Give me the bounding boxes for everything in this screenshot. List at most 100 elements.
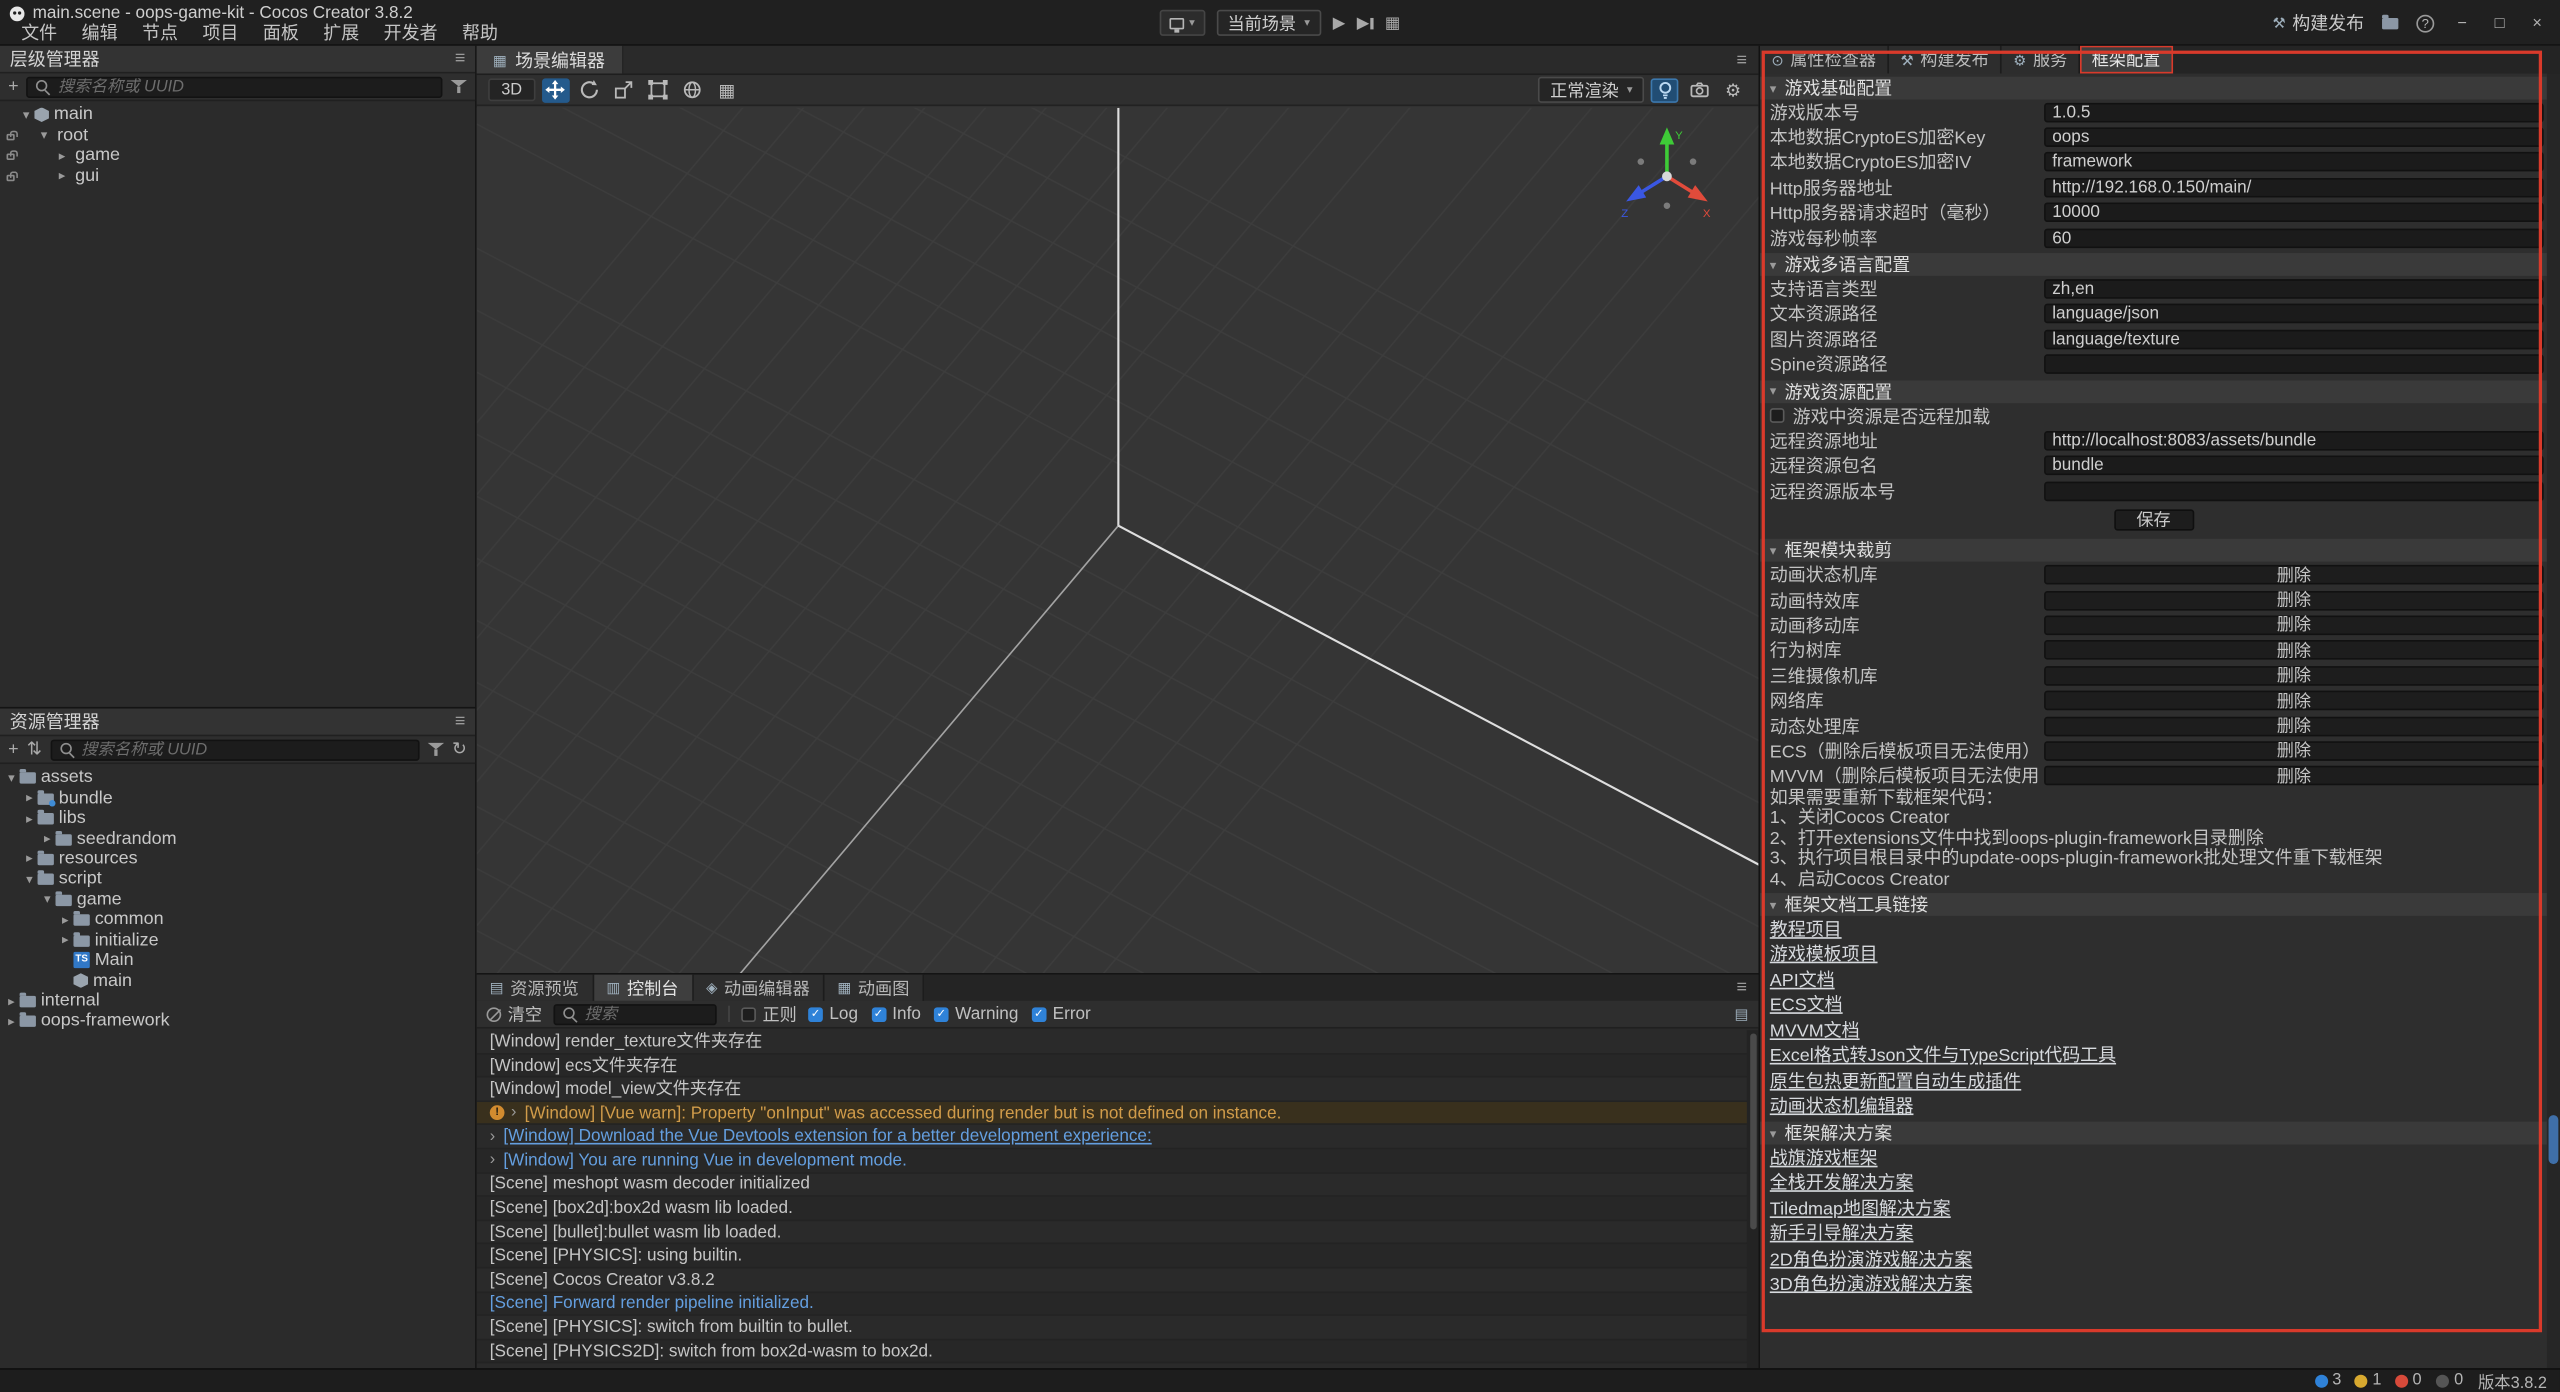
asset-node[interactable]: ▸resources xyxy=(0,849,475,869)
doc-link[interactable]: Excel格式转Json文件与TypeScript代码工具 xyxy=(1760,1042,2547,1067)
property-input[interactable] xyxy=(2044,178,2544,198)
lock-icon[interactable] xyxy=(7,133,15,140)
doc-link[interactable]: 游戏模板项目 xyxy=(1760,941,2547,966)
build-button[interactable]: ⚒ 构建发布 xyxy=(2273,10,2365,36)
log-row[interactable]: [Scene] [PHYSICS]: using builtin. xyxy=(477,1245,1747,1269)
asset-node[interactable]: main xyxy=(0,970,475,990)
console-tab[interactable]: ▤资源预览 xyxy=(477,975,594,1001)
asset-node[interactable]: ▸internal xyxy=(0,991,475,1011)
assets-search-input[interactable] xyxy=(81,740,411,758)
log-row[interactable]: [Scene] [PHYSICS]: switch from builtin t… xyxy=(477,1316,1747,1340)
scale-tool-button[interactable] xyxy=(610,78,638,102)
expand-icon[interactable]: › xyxy=(490,1151,495,1169)
chevron-down-icon[interactable]: ▾ xyxy=(18,107,34,122)
step-button[interactable]: ▶ xyxy=(1357,14,1374,32)
solution-link[interactable]: Tiledmap地图解决方案 xyxy=(1760,1195,2547,1220)
open-project-folder-icon[interactable] xyxy=(2382,18,2398,29)
chevron-right-icon[interactable]: ▸ xyxy=(54,148,70,163)
hierarchy-search[interactable] xyxy=(27,76,443,97)
log-row[interactable]: [Scene] [bullet]:bullet wasm lib loaded. xyxy=(477,1221,1747,1245)
notification-count[interactable]: 0 xyxy=(2436,1372,2463,1390)
log-row[interactable]: ›[Window] Download the Vue Devtools exte… xyxy=(477,1126,1747,1150)
scrollbar-thumb[interactable] xyxy=(2549,1115,2559,1164)
delete-button[interactable]: 删除 xyxy=(2044,691,2544,711)
scene-viewport[interactable]: Y X Z xyxy=(477,108,1759,973)
log-row[interactable]: [Scene] Cocos Creator v3.8.2 xyxy=(477,1268,1747,1292)
lock-icon[interactable] xyxy=(7,154,15,161)
menu-item[interactable]: 项目 xyxy=(191,24,250,45)
world-space-toggle[interactable] xyxy=(679,78,707,102)
property-input[interactable] xyxy=(2044,329,2544,349)
refresh-icon[interactable]: ↻ xyxy=(452,741,467,757)
property-input[interactable] xyxy=(2044,228,2544,248)
filter-icon[interactable] xyxy=(451,78,467,94)
log-row[interactable]: [Scene] [PHYSICS2D]: switch from box2d-w… xyxy=(477,1340,1747,1364)
log-row[interactable]: [Scene] [box2d]:box2d wasm lib loaded. xyxy=(477,1197,1747,1221)
doc-link[interactable]: MVVM文档 xyxy=(1760,1017,2547,1042)
console-scrollbar[interactable] xyxy=(1747,1030,1758,1368)
menu-item[interactable]: 扩展 xyxy=(312,24,371,45)
panel-menu-icon[interactable]: ≡ xyxy=(455,712,465,732)
solution-link[interactable]: 3D角色扮演游戏解决方案 xyxy=(1760,1271,2547,1296)
rect-tool-button[interactable] xyxy=(645,78,673,102)
menu-item[interactable]: 节点 xyxy=(131,24,190,45)
asset-node[interactable]: ▸initialize xyxy=(0,930,475,950)
delete-button[interactable]: 删除 xyxy=(2044,615,2544,635)
hierarchy-node[interactable]: ▸game xyxy=(0,145,475,165)
inspector-tab[interactable]: ⊙属性检查器 xyxy=(1760,46,1889,74)
doc-link[interactable]: API文档 xyxy=(1760,967,2547,992)
panel-menu-icon[interactable]: ≡ xyxy=(455,49,465,69)
checkbox-icon[interactable]: ✓ xyxy=(934,1007,949,1022)
chevron-right-icon[interactable]: ▸ xyxy=(39,831,55,846)
checkbox-icon[interactable]: ✓ xyxy=(1031,1007,1046,1022)
filter-icon[interactable] xyxy=(427,741,443,757)
chevron-right-icon[interactable]: ▸ xyxy=(21,790,37,805)
hierarchy-node[interactable]: ▾main xyxy=(0,104,475,124)
console-search-input[interactable] xyxy=(584,1005,708,1023)
gizmo-settings-icon[interactable]: ⚙ xyxy=(1719,78,1747,102)
menu-item[interactable]: 编辑 xyxy=(70,24,129,45)
tab-scene-editor[interactable]: ▦ 场景编辑器 xyxy=(477,46,623,74)
expand-icon[interactable]: › xyxy=(511,1104,516,1122)
inspector-tab[interactable]: ⚙服务 xyxy=(2002,46,2080,74)
move-tool-button[interactable] xyxy=(542,78,570,102)
hierarchy-node[interactable]: ▾root xyxy=(0,125,475,145)
asset-node[interactable]: ▸common xyxy=(0,909,475,929)
asset-node[interactable]: ▾game xyxy=(0,889,475,909)
section-game-basic[interactable]: ▾游戏基础配置 xyxy=(1760,77,2547,100)
property-input[interactable] xyxy=(2044,431,2544,451)
log-export-icon[interactable]: ▤ xyxy=(1735,1006,1749,1022)
solution-link[interactable]: 全栈开发解决方案 xyxy=(1760,1170,2547,1195)
hierarchy-node[interactable]: ▸gui xyxy=(0,165,475,185)
property-input[interactable] xyxy=(2044,456,2544,476)
console-filter[interactable]: ✓Warning xyxy=(934,1004,1018,1024)
asset-node[interactable]: ▸libs xyxy=(0,808,475,828)
expand-icon[interactable]: › xyxy=(490,1128,495,1146)
chevron-right-icon[interactable]: ▸ xyxy=(57,933,73,948)
lighting-toggle[interactable] xyxy=(1651,78,1679,102)
chevron-right-icon[interactable]: ▸ xyxy=(21,851,37,866)
hierarchy-search-input[interactable] xyxy=(58,78,434,96)
status-count-error[interactable]: 0 xyxy=(2394,1372,2421,1390)
delete-button[interactable]: 删除 xyxy=(2044,641,2544,661)
projection-3d-button[interactable]: 3D xyxy=(488,78,535,101)
close-button[interactable]: × xyxy=(2527,14,2547,32)
lock-icon[interactable] xyxy=(7,174,15,181)
console-filter[interactable]: ✓Error xyxy=(1031,1004,1090,1024)
delete-button[interactable]: 删除 xyxy=(2044,666,2544,686)
doc-link[interactable]: 动画状态机编辑器 xyxy=(1760,1093,2547,1118)
help-icon[interactable]: ? xyxy=(2416,14,2434,32)
menu-item[interactable]: 帮助 xyxy=(451,24,510,45)
camera-settings-icon[interactable] xyxy=(1685,78,1713,102)
snap-toggle[interactable]: ▦ xyxy=(713,78,741,102)
section-i18n[interactable]: ▾游戏多语言配置 xyxy=(1760,254,2547,277)
log-row[interactable]: [Scene] Forward render pipeline initiali… xyxy=(477,1292,1747,1316)
section-resources[interactable]: ▾游戏资源配置 xyxy=(1760,380,2547,403)
delete-button[interactable]: 删除 xyxy=(2044,565,2544,585)
solution-link[interactable]: 新手引导解决方案 xyxy=(1760,1220,2547,1245)
chevron-down-icon[interactable]: ▾ xyxy=(21,872,37,887)
property-input[interactable] xyxy=(2044,279,2544,299)
checkbox-icon[interactable]: ✓ xyxy=(808,1007,823,1022)
console-tab[interactable]: ◈动画编辑器 xyxy=(693,975,824,1001)
log-row[interactable]: !›[Window] [Vue warn]: Property "onInput… xyxy=(477,1102,1747,1126)
